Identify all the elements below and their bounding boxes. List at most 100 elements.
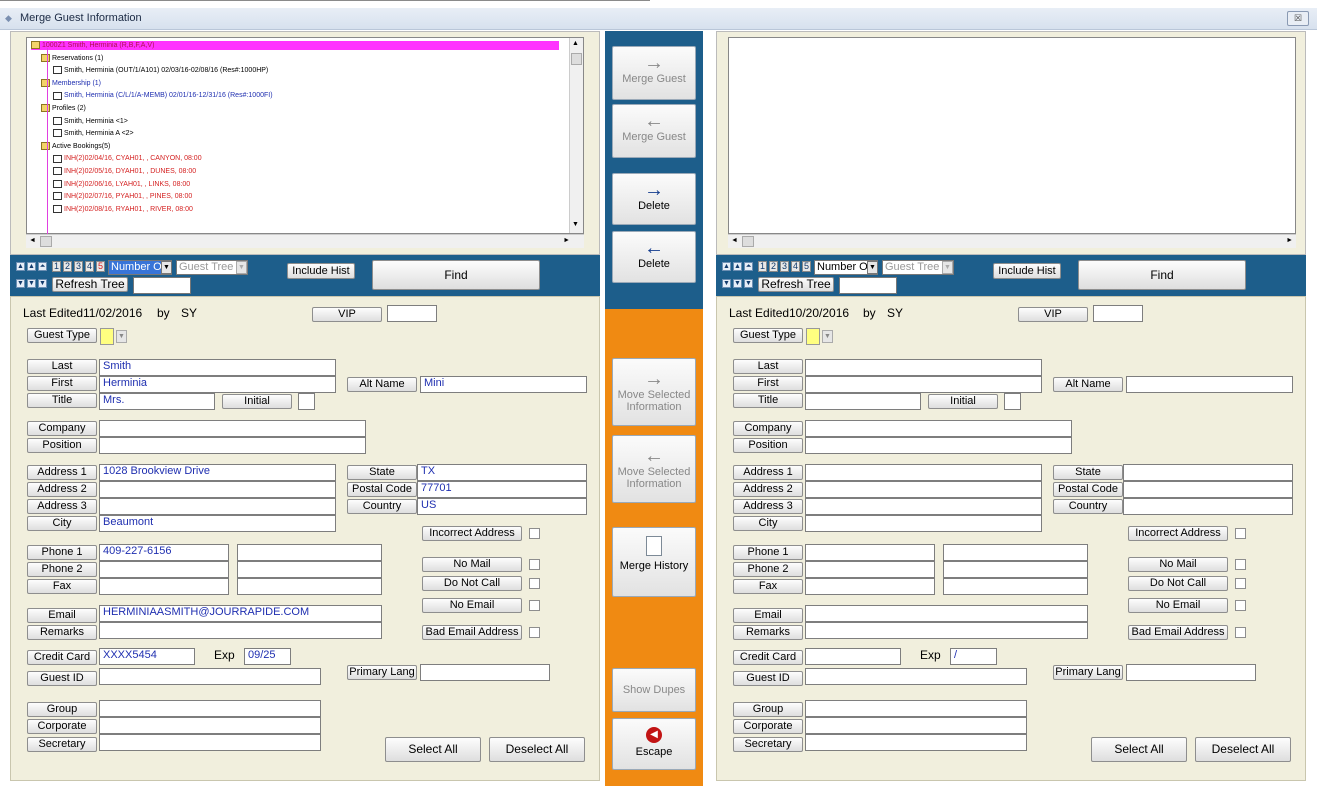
phone-1-field[interactable]: 409-227-6156 [99,544,229,561]
state-field[interactable] [1123,464,1293,481]
scroll-right-icon[interactable]: ► [563,237,570,244]
address-2-button[interactable]: Address 2 [27,482,97,497]
last-name-button[interactable]: Last [27,359,97,374]
remarks-button[interactable]: Remarks [733,625,803,640]
no-mail-button[interactable]: No Mail [1128,557,1228,572]
postal-code-field[interactable] [1123,481,1293,498]
bad-email-address-button[interactable]: Bad Email Address [422,625,522,640]
fax-field[interactable] [805,578,935,595]
corporate-button[interactable]: Corporate [733,719,803,734]
group-field[interactable] [805,700,1027,717]
sort-level-3[interactable]: 3 [74,261,83,272]
address-3-button[interactable]: Address 3 [733,499,803,514]
right-tree-hscroll[interactable]: ◄ ► [728,234,1296,248]
no-email-checkbox[interactable] [1235,600,1246,611]
phone-2-button[interactable]: Phone 2 [27,562,97,577]
sort-level-5[interactable]: 5 [802,261,811,272]
address-2-field[interactable] [805,481,1042,498]
sort-level-3[interactable]: 3 [780,261,789,272]
fax-ext-field[interactable] [237,578,382,595]
escape-button[interactable]: ◀ Escape [612,718,696,770]
last-name-field[interactable]: Smith [99,359,336,376]
corporate-button[interactable]: Corporate [27,719,97,734]
incorrect-address-button[interactable]: Incorrect Address [422,526,522,541]
tree-item-node[interactable]: INH(2)02/08/16, RYAH01, , RIVER, 08:00 [53,204,193,214]
phone-1-button[interactable]: Phone 1 [733,545,803,560]
postal-code-button[interactable]: Postal Code [347,482,417,497]
tree-item-node[interactable]: INH(2)02/04/16, CYAH01, , CANYON, 08:00 [53,154,202,163]
tree-folder-node[interactable]: Active Bookings(5) [41,141,110,151]
incorrect-address-checkbox[interactable] [1235,528,1246,539]
show-dupes-button[interactable]: Show Dupes [612,668,696,712]
guest-id-button[interactable]: Guest ID [27,671,97,686]
merge-guest-left-button[interactable]: ← Merge Guest [612,104,696,158]
fax-ext-field[interactable] [943,578,1088,595]
first-name-button[interactable]: First [27,376,97,391]
no-email-button[interactable]: No Email [1128,598,1228,613]
state-button[interactable]: State [1053,465,1123,480]
country-button[interactable]: Country [347,499,417,514]
corporate-field[interactable] [805,717,1027,734]
phone-1-field[interactable] [805,544,935,561]
tree-item-node[interactable]: INH(2)02/07/16, PYAH01, , PINES, 08:00 [53,192,192,201]
deselect-all-button[interactable]: Deselect All [489,737,585,762]
postal-code-field[interactable]: 77701 [417,481,587,498]
city-field[interactable]: Beaumont [99,515,336,532]
alt-name-button[interactable]: Alt Name [347,377,417,392]
nav-down-icon[interactable]: ▼ [16,279,25,288]
tree-folder-node[interactable]: 1000Z1 Smith, Herminia (R,B,F,A,V) [31,41,559,50]
bad-email-address-checkbox[interactable] [529,627,540,638]
merge-history-button[interactable]: Merge History [612,527,696,597]
nav-top-icon[interactable]: ⏶ [744,262,753,271]
guest-type-button[interactable]: Guest Type [27,328,97,343]
alt-name-field[interactable] [1126,376,1293,393]
left-tree-hscroll[interactable]: ◄ ► [26,234,584,248]
scroll-down-icon[interactable]: ▼ [572,221,579,228]
right-guest-tree[interactable] [728,37,1296,234]
email-button[interactable]: Email [733,608,803,623]
credit-card-button[interactable]: Credit Card [733,650,803,665]
scroll-up-icon[interactable]: ▲ [572,40,579,47]
group-field[interactable] [99,700,321,717]
deselect-all-button[interactable]: Deselect All [1195,737,1291,762]
alt-name-field[interactable]: Mini [420,376,587,393]
tree-search-input[interactable] [839,277,897,294]
group-button[interactable]: Group [733,702,803,717]
phone-2-ext-field[interactable] [943,561,1088,578]
guest-id-button[interactable]: Guest ID [733,671,803,686]
do-not-call-button[interactable]: Do Not Call [422,576,522,591]
chevron-down-icon[interactable]: ▼ [116,330,127,343]
merge-guest-right-button[interactable]: → Merge Guest [612,46,696,100]
tree-folder-node[interactable]: Membership (1) [41,78,101,88]
bad-email-address-checkbox[interactable] [1235,627,1246,638]
state-field[interactable]: TX [417,464,587,481]
no-mail-checkbox[interactable] [529,559,540,570]
position-button[interactable]: Position [733,438,803,453]
nav-page-up-icon[interactable]: ▲ [733,262,742,271]
incorrect-address-button[interactable]: Incorrect Address [1128,526,1228,541]
first-name-field[interactable]: Herminia [99,376,336,393]
address-3-field[interactable] [99,498,336,515]
secretary-button[interactable]: Secretary [733,737,803,752]
initial-button[interactable]: Initial [928,394,998,409]
tree-item-node[interactable]: INH(2)02/05/16, DYAH01, , DUNES, 08:00 [53,167,196,176]
phone-1-ext-field[interactable] [943,544,1088,561]
sort-level-1[interactable]: 1 [758,261,767,272]
nav-up-icon[interactable]: ▲ [722,262,731,271]
first-name-button[interactable]: First [733,376,803,391]
tree-search-input[interactable] [133,277,191,294]
address-1-field[interactable]: 1028 Brookview Drive [99,464,336,481]
company-field[interactable] [805,420,1072,437]
exp-field[interactable]: / [950,648,997,665]
delete-right-button[interactable]: → Delete [612,173,696,225]
primary-lang-button[interactable]: Primary Lang [347,665,417,680]
refresh-tree-button[interactable]: Refresh Tree [758,277,834,292]
chevron-down-icon[interactable]: ▼ [867,261,878,274]
left-guest-tree[interactable]: 1000Z1 Smith, Herminia (R,B,F,A,V) Reserv… [26,37,584,234]
chevron-down-icon[interactable]: ▼ [942,261,953,274]
left-tree-vscroll[interactable]: ▲ ▼ [569,38,583,233]
no-mail-checkbox[interactable] [1235,559,1246,570]
remarks-field[interactable] [805,622,1088,639]
tree-item-node[interactable]: Smith, Herminia (C/L/1/A-MEMB) 02/01/16-… [53,91,273,100]
country-field[interactable] [1123,498,1293,515]
